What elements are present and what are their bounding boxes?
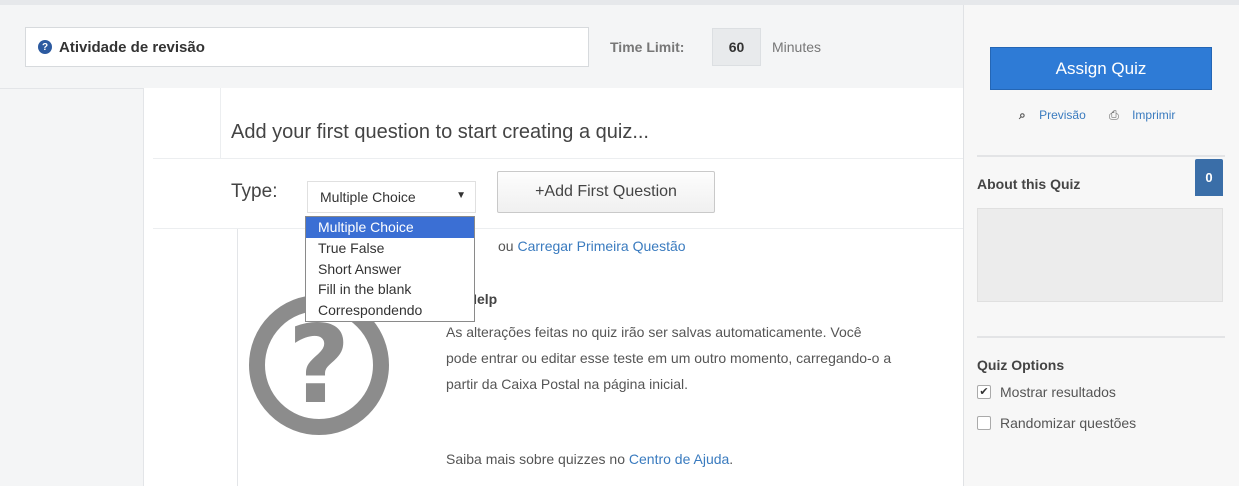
minutes-label: Minutes <box>772 39 822 55</box>
upload-line: ou Carregar Primeira Questão <box>498 238 686 254</box>
option-true-false[interactable]: True False <box>306 238 474 259</box>
divider <box>153 228 963 229</box>
upload-first-question-link[interactable]: Carregar Primeira Questão <box>517 238 685 254</box>
divider <box>153 158 963 159</box>
option-correspondendo[interactable]: Correspondendo <box>306 300 474 321</box>
add-first-question-button[interactable]: +Add First Question <box>497 171 715 213</box>
divider <box>237 229 238 486</box>
search-icon: ⌕ <box>1019 108 1026 122</box>
question-type-selected: Multiple Choice <box>320 189 416 205</box>
option-short-answer[interactable]: Short Answer <box>306 259 474 280</box>
show-results-checkbox[interactable]: ✔ <box>977 385 991 399</box>
question-type-select[interactable]: Multiple Choice ▼ <box>307 181 476 213</box>
help-center-link[interactable]: Centro de Ajuda <box>629 451 729 467</box>
or-text: ou <box>498 238 514 254</box>
question-type-dropdown: Multiple Choice True False Short Answer … <box>305 216 475 322</box>
time-limit-input[interactable]: 60 <box>712 28 761 66</box>
assign-quiz-button[interactable]: Assign Quiz <box>990 47 1212 90</box>
show-results-label: Mostrar resultados <box>1000 384 1116 400</box>
help-more-suffix: . <box>729 451 734 467</box>
help-more-line: Saiba mais sobre quizzes no Centro de Aj… <box>446 451 733 467</box>
print-link[interactable]: ⎙ Imprimir <box>1109 108 1185 122</box>
divider <box>977 336 1225 338</box>
randomize-checkbox[interactable] <box>977 416 991 430</box>
question-count-badge: 0 <box>1195 159 1223 196</box>
option-randomize[interactable]: Randomizar questões <box>977 415 1136 431</box>
quiz-title-field[interactable]: ? Atividade de revisão <box>25 27 589 67</box>
preview-label: Previsão <box>1039 108 1086 122</box>
option-fill-in-the-blank[interactable]: Fill in the blank <box>306 279 474 300</box>
quiz-help-text: As alterações feitas no quiz irão ser sa… <box>446 324 892 392</box>
page-heading: Add your first question to start creatin… <box>231 121 649 143</box>
divider <box>977 155 1225 157</box>
about-title: About this Quiz <box>977 176 1081 192</box>
main-panel <box>143 88 964 486</box>
help-more-prefix: Saiba mais sobre quizzes no <box>446 451 625 467</box>
about-text-area[interactable] <box>977 208 1223 302</box>
preview-link[interactable]: ⌕ Previsão <box>1019 108 1096 122</box>
option-show-results[interactable]: ✔ Mostrar resultados <box>977 384 1116 400</box>
option-multiple-choice[interactable]: Multiple Choice <box>306 217 474 238</box>
help-circle-icon: ? <box>38 40 52 54</box>
randomize-label: Randomizar questões <box>1000 415 1137 431</box>
dropdown-arrow-icon: ▼ <box>456 190 466 201</box>
print-label: Imprimir <box>1132 108 1176 122</box>
type-label: Type: <box>231 181 278 202</box>
sidebar-tools: ⌕ Previsão ⎙ Imprimir <box>1019 108 1195 123</box>
printer-icon: ⎙ <box>1109 108 1119 122</box>
quiz-title-text: Atividade de revisão <box>59 38 205 56</box>
quiz-options-title: Quiz Options <box>977 357 1065 373</box>
divider <box>220 88 221 158</box>
time-limit-label: Time Limit: <box>610 39 685 55</box>
